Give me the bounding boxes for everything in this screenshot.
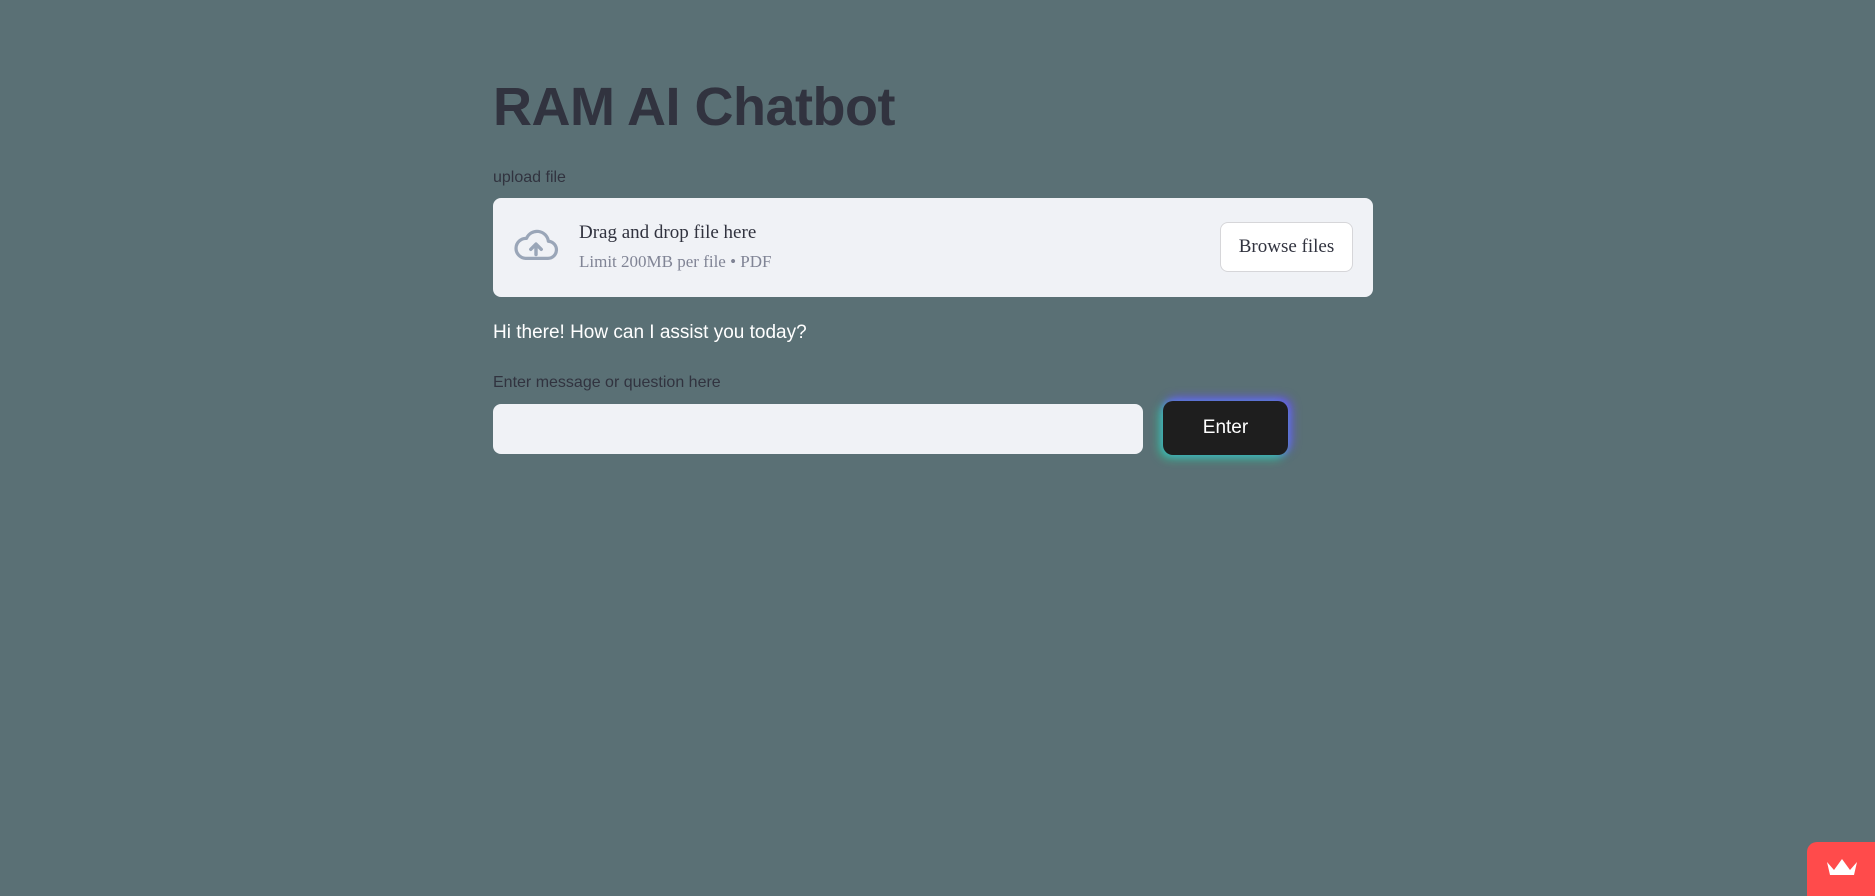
upload-label: upload file <box>493 169 566 186</box>
message-input-label: Enter message or question here <box>493 374 721 391</box>
browse-files-button[interactable]: Browse files <box>1220 222 1353 272</box>
enter-button[interactable]: Enter <box>1163 401 1288 455</box>
dropzone-limit: Limit 200MB per file • PDF <box>579 252 772 271</box>
dropzone-title: Drag and drop file here <box>579 222 757 243</box>
cloud-upload-icon <box>514 229 559 260</box>
message-input[interactable] <box>493 404 1143 454</box>
streamlit-badge[interactable] <box>1807 842 1875 896</box>
page-title: RAM AI Chatbot <box>493 77 895 137</box>
assistant-greeting: Hi there! How can I assist you today? <box>493 322 807 343</box>
crown-icon <box>1827 859 1857 875</box>
dropzone-text: Drag and drop file here Limit 200MB per … <box>579 222 771 272</box>
file-dropzone[interactable]: Drag and drop file here Limit 200MB per … <box>493 198 1373 297</box>
